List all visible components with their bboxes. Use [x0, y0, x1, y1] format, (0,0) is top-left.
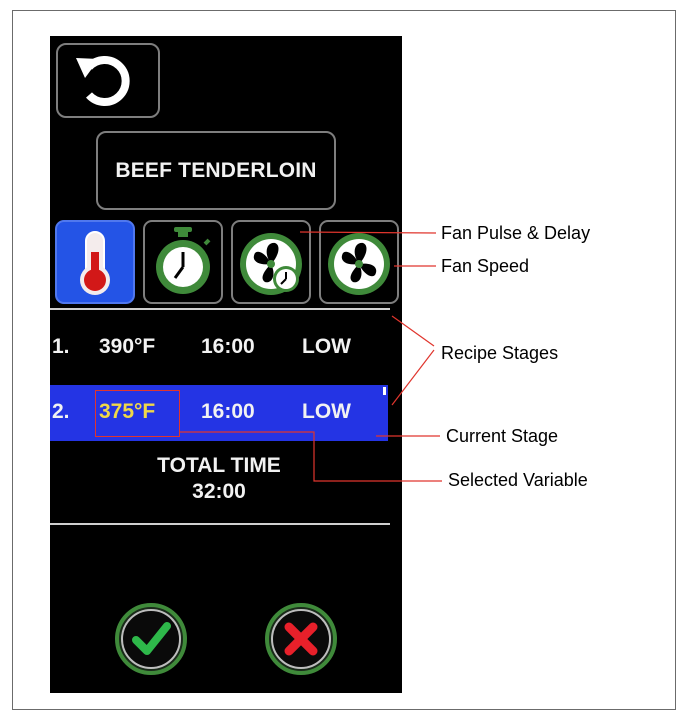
callout-fan-pulse-delay: Fan Pulse & Delay	[441, 223, 591, 243]
callout-fan-speed: Fan Speed	[441, 256, 530, 276]
leader-fan-pulse-delay	[299, 231, 437, 234]
callout-lines	[180, 231, 442, 482]
callout-current-stage: Current Stage	[446, 426, 559, 446]
leader-selected-variable	[180, 431, 442, 482]
callout-recipe-stages: Recipe Stages	[441, 343, 559, 363]
leader-recipe-stages-a	[391, 315, 435, 347]
leader-recipe-stages-b	[391, 349, 435, 406]
callout-selected-variable: Selected Variable	[448, 470, 588, 490]
